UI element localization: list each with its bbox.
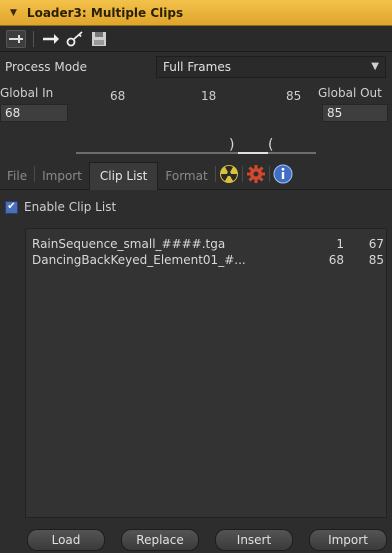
list-item[interactable]: RainSequence_small_####.tga 1 67 [32,237,390,253]
range-scale-max: 85 [286,89,302,103]
range-end-handle[interactable]: ( [268,137,273,153]
global-in-label: Global In [0,86,54,100]
process-mode-dropdown[interactable]: Full Frames ▼ [156,56,386,78]
tab-separator [241,166,243,182]
tool-toolbar [0,26,392,52]
range-selected-span [238,152,268,154]
tab-radioactive-icon[interactable] [218,163,240,185]
clip-out: 85 [368,253,384,267]
global-in-field[interactable]: 68 [0,104,68,122]
range-scale-min: 68 [110,89,126,103]
tab-separator [214,166,216,182]
tab-info-icon[interactable] [272,163,294,185]
range-start-handle[interactable]: ) [229,137,234,153]
process-mode-label: Process Mode [5,60,88,74]
clip-out: 67 [368,237,384,251]
tab-format[interactable]: Format [158,169,214,189]
process-mode-value: Full Frames [163,60,231,74]
range-scale-mid: 18 [201,89,217,103]
tab-clip-list[interactable]: Clip List [88,162,159,190]
key-icon[interactable] [65,30,85,48]
arrow-right-icon[interactable] [41,30,61,48]
global-range-track[interactable] [76,152,316,154]
load-button[interactable]: Load [27,529,105,551]
tab-settings-gear-icon[interactable] [245,163,267,185]
enable-clip-list-row[interactable]: ✔ Enable Clip List [5,200,116,214]
insert-button[interactable]: Insert [215,529,293,551]
save-icon[interactable] [89,30,109,48]
collapse-triangle-icon[interactable]: ▼ [10,8,17,18]
global-out-label: Global Out [318,86,382,100]
clip-name: DancingBackKeyed_Element01_#... [32,253,246,267]
tab-bar: File Import Clip List Format [0,160,392,190]
tab-file[interactable]: File [0,169,34,189]
process-mode-row: Process Mode Full Frames ▼ [0,52,392,82]
replace-button[interactable]: Replace [121,529,199,551]
tab-separator [268,166,270,182]
clip-in: 1 [336,237,344,251]
enable-clip-list-checkbox[interactable]: ✔ [5,200,18,214]
clip-list[interactable]: RainSequence_small_####.tga 1 67 Dancing… [25,228,387,518]
clip-name: RainSequence_small_####.tga [32,237,226,251]
dropdown-arrow-icon: ▼ [371,61,379,72]
import-button[interactable]: Import [309,529,387,551]
toolbar-separator [33,30,34,47]
tab-import[interactable]: Import [35,169,89,189]
clip-in: 68 [328,253,344,267]
enable-clip-list-label: Enable Clip List [24,200,117,214]
global-range-control: Global In Global Out 68 18 85 68 85 [0,84,392,158]
global-out-field[interactable]: 85 [322,104,388,122]
node-title: Loader3: Multiple Clips [26,5,184,20]
list-item[interactable]: DancingBackKeyed_Element01_#... 68 85 [32,253,390,269]
node-title-bar[interactable]: ▼ Loader3: Multiple Clips [0,0,392,26]
pin-icon[interactable] [6,29,26,48]
clip-list-button-bar: Load Replace Insert Import [0,526,392,553]
